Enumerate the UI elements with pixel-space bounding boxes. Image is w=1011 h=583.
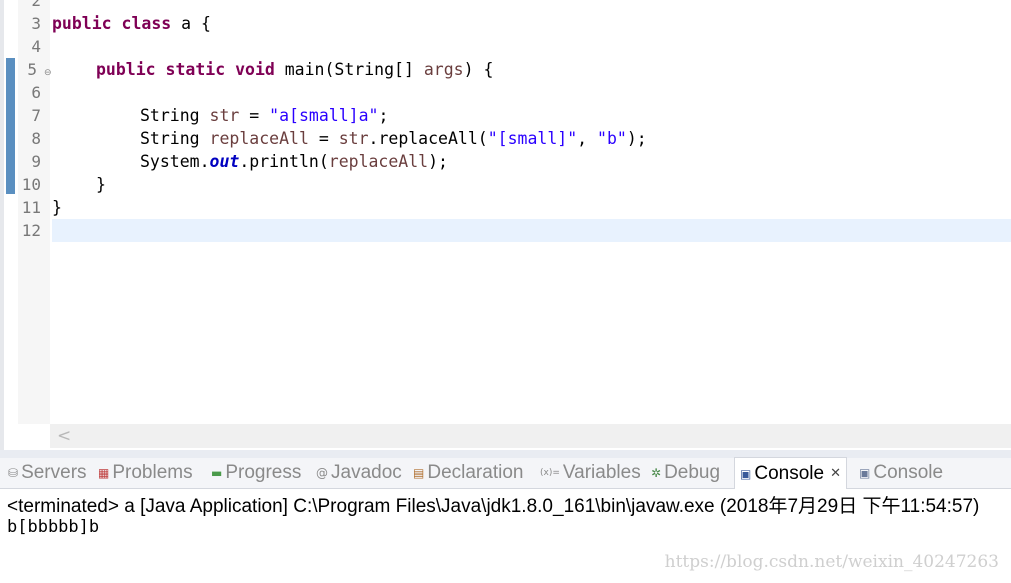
line-number: 12: [21, 221, 41, 240]
code-line-5: public static void main(String[] args) {: [96, 60, 494, 79]
code-line-8: String replaceAll = str.replaceAll("[sma…: [140, 129, 647, 148]
code-editor[interactable]: 2 3 4 5 ⊖ 6 7 8 9 10 11 12 public class …: [0, 0, 1011, 450]
console-output-area[interactable]: <terminated> a [Java Application] C:\Pro…: [0, 489, 1011, 583]
console-icon: ▣: [859, 466, 871, 480]
line-number: 8: [31, 129, 41, 148]
tab-problems[interactable]: ▦ Problems: [98, 458, 193, 488]
tab-console-active[interactable]: ▣ Console ✕: [734, 457, 847, 489]
javadoc-icon: @: [316, 466, 328, 480]
panel-separator[interactable]: [0, 450, 1011, 458]
code-line-10: }: [96, 175, 106, 194]
change-marker: [6, 58, 15, 194]
tab-variables[interactable]: (x)= Variables: [540, 458, 641, 488]
tab-debug[interactable]: ✲ Debug: [651, 458, 720, 488]
code-line-9: System.out.println(replaceAll);: [140, 152, 448, 171]
terminated-status-line: <terminated> a [Java Application] C:\Pro…: [7, 496, 980, 517]
scroll-left-arrow-icon[interactable]: <: [57, 426, 71, 446]
view-tab-bar: ⛁ Servers ▦ Problems ▬ Progress @ Javadoc ▤ D…: [0, 457, 1011, 489]
line-number: 2: [31, 0, 41, 10]
problems-icon: ▦: [98, 466, 110, 480]
tab-javadoc[interactable]: @ Javadoc: [316, 458, 402, 488]
variables-icon: (x)=: [540, 468, 560, 478]
code-text-area[interactable]: public class a { public static void main…: [52, 0, 1011, 424]
tab-console[interactable]: ▣ Console: [859, 458, 943, 488]
tab-declaration[interactable]: ▤ Declaration: [413, 458, 523, 488]
line-number: 3: [31, 14, 41, 33]
line-number: 10: [21, 175, 41, 194]
tab-progress[interactable]: ▬ Progress: [211, 458, 301, 488]
code-line-7: String str = "a[small]a";: [140, 106, 389, 125]
horizontal-scrollbar[interactable]: <: [50, 424, 1011, 448]
line-number: 11: [21, 198, 41, 217]
line-number: 4: [31, 37, 41, 56]
code-line-11: }: [52, 198, 62, 217]
progress-icon: ▬: [211, 466, 223, 480]
line-number: 5: [27, 60, 37, 79]
line-number: 7: [31, 106, 41, 125]
fold-collapse-icon[interactable]: ⊖: [44, 69, 52, 78]
line-number: 9: [31, 152, 41, 171]
servers-icon: ⛁: [8, 466, 19, 480]
tab-servers[interactable]: ⛁ Servers: [8, 458, 87, 488]
close-icon[interactable]: ✕: [830, 466, 841, 481]
debug-icon: ✲: [651, 466, 662, 480]
console-icon: ▣: [740, 466, 752, 481]
code-line-3: public class a {: [52, 14, 211, 33]
line-number-gutter: 2 3 4 5 ⊖ 6 7 8 9 10 11 12: [18, 0, 52, 424]
declaration-icon: ▤: [413, 466, 425, 480]
watermark: https://blog.csdn.net/weixin_40247263: [664, 552, 999, 572]
annotation-ruler: [4, 0, 18, 424]
line-number: 6: [31, 83, 41, 102]
console-output-text: b[bbbbb]b: [7, 517, 100, 537]
